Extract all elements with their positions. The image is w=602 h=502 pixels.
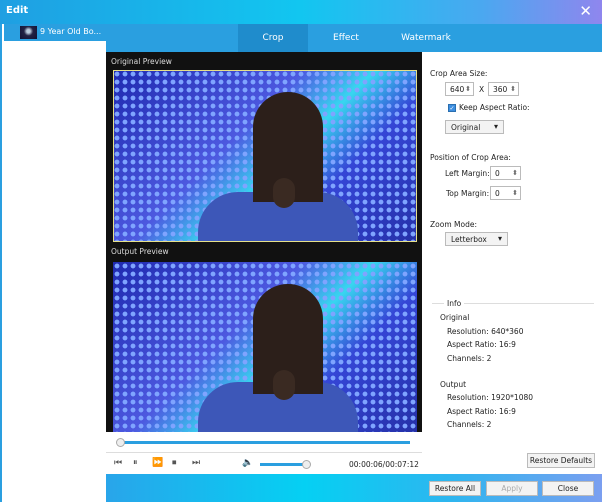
footer-bar: Restore All Apply Close [106, 474, 602, 502]
time-display: 00:00:06/00:07:12 [349, 460, 419, 469]
apply-button[interactable]: Apply [486, 481, 538, 496]
restore-all-button[interactable]: Restore All [429, 481, 481, 496]
volume-icon[interactable]: 🔈 [242, 458, 253, 468]
window-title: Edit [6, 5, 29, 16]
volume-slider[interactable] [260, 463, 308, 466]
crop-frame-handle[interactable] [113, 70, 417, 242]
tab-watermark[interactable]: Watermark [391, 24, 461, 52]
close-button[interactable]: Close [542, 481, 594, 496]
zoom-mode-dropdown[interactable]: Letterbox [445, 232, 508, 246]
skip-forward-icon[interactable]: ⏭ [192, 458, 200, 468]
x-label: X [479, 85, 485, 94]
seek-handle[interactable] [116, 438, 125, 447]
seek-track[interactable] [120, 441, 410, 444]
top-margin-label: Top Margin: [446, 189, 490, 198]
keep-aspect-label: Keep Aspect Ratio: [459, 103, 530, 112]
position-label: Position of Crop Area: [430, 153, 511, 162]
volume-handle[interactable] [302, 460, 311, 469]
output-preview-video [113, 262, 417, 432]
playback-controls: ⏮ ⏸ ⏩ ⏹ ⏭ 🔈 00:00:06/00:07:12 [106, 452, 422, 474]
skip-back-icon[interactable]: ⏮ [114, 458, 122, 468]
fast-forward-icon[interactable]: ⏩ [152, 458, 163, 468]
pause-icon[interactable]: ⏸ [133, 458, 138, 468]
original-aspect-ratio: Aspect Ratio: 16:9 [447, 340, 516, 349]
output-info-label: Output [440, 380, 467, 389]
tab-bar: Crop Effect Watermark [106, 24, 602, 52]
original-info-label: Original [440, 313, 470, 322]
info-title: Info [444, 299, 465, 308]
aspect-ratio-dropdown[interactable]: Original [445, 120, 504, 134]
close-icon[interactable]: ✕ [579, 2, 592, 20]
title-bar: Edit ✕ [0, 0, 602, 24]
tab-effect[interactable]: Effect [311, 24, 381, 52]
top-margin-input[interactable]: 0 [490, 186, 521, 200]
left-margin-input[interactable]: 0 [490, 166, 521, 180]
original-preview-video [113, 70, 417, 242]
output-aspect-ratio: Aspect Ratio: 16:9 [447, 407, 516, 416]
original-resolution: Resolution: 640*360 [447, 327, 524, 336]
seek-bar[interactable] [106, 432, 422, 452]
original-channels: Channels: 2 [447, 354, 492, 363]
restore-defaults-button[interactable]: Restore Defaults [527, 453, 595, 468]
crop-size-label: Crop Area Size: [430, 69, 488, 78]
file-list: 9 Year Old Bo... [0, 24, 106, 502]
crop-height-input[interactable]: 360 [488, 82, 519, 96]
stop-icon[interactable]: ⏹ [172, 458, 177, 468]
keep-aspect-checkbox[interactable]: ✓ [448, 104, 456, 112]
crop-settings-panel: Crop Area Size: 640 X 360 ✓ Keep Aspect … [422, 52, 602, 474]
crop-width-input[interactable]: 640 [445, 82, 474, 96]
file-list-item[interactable]: 9 Year Old Bo... [4, 24, 106, 41]
output-preview-label: Output Preview [111, 247, 169, 256]
left-margin-label: Left Margin: [445, 169, 490, 178]
zoom-mode-label: Zoom Mode: [430, 220, 477, 229]
output-channels: Channels: 2 [447, 420, 492, 429]
file-name: 9 Year Old Bo... [40, 27, 102, 36]
original-preview-label: Original Preview [111, 57, 172, 66]
tab-crop[interactable]: Crop [238, 24, 308, 52]
preview-area: Original Preview Output Preview [106, 52, 422, 432]
microphone [273, 370, 295, 400]
video-thumbnail [20, 26, 37, 39]
output-resolution: Resolution: 1920*1080 [447, 393, 534, 402]
